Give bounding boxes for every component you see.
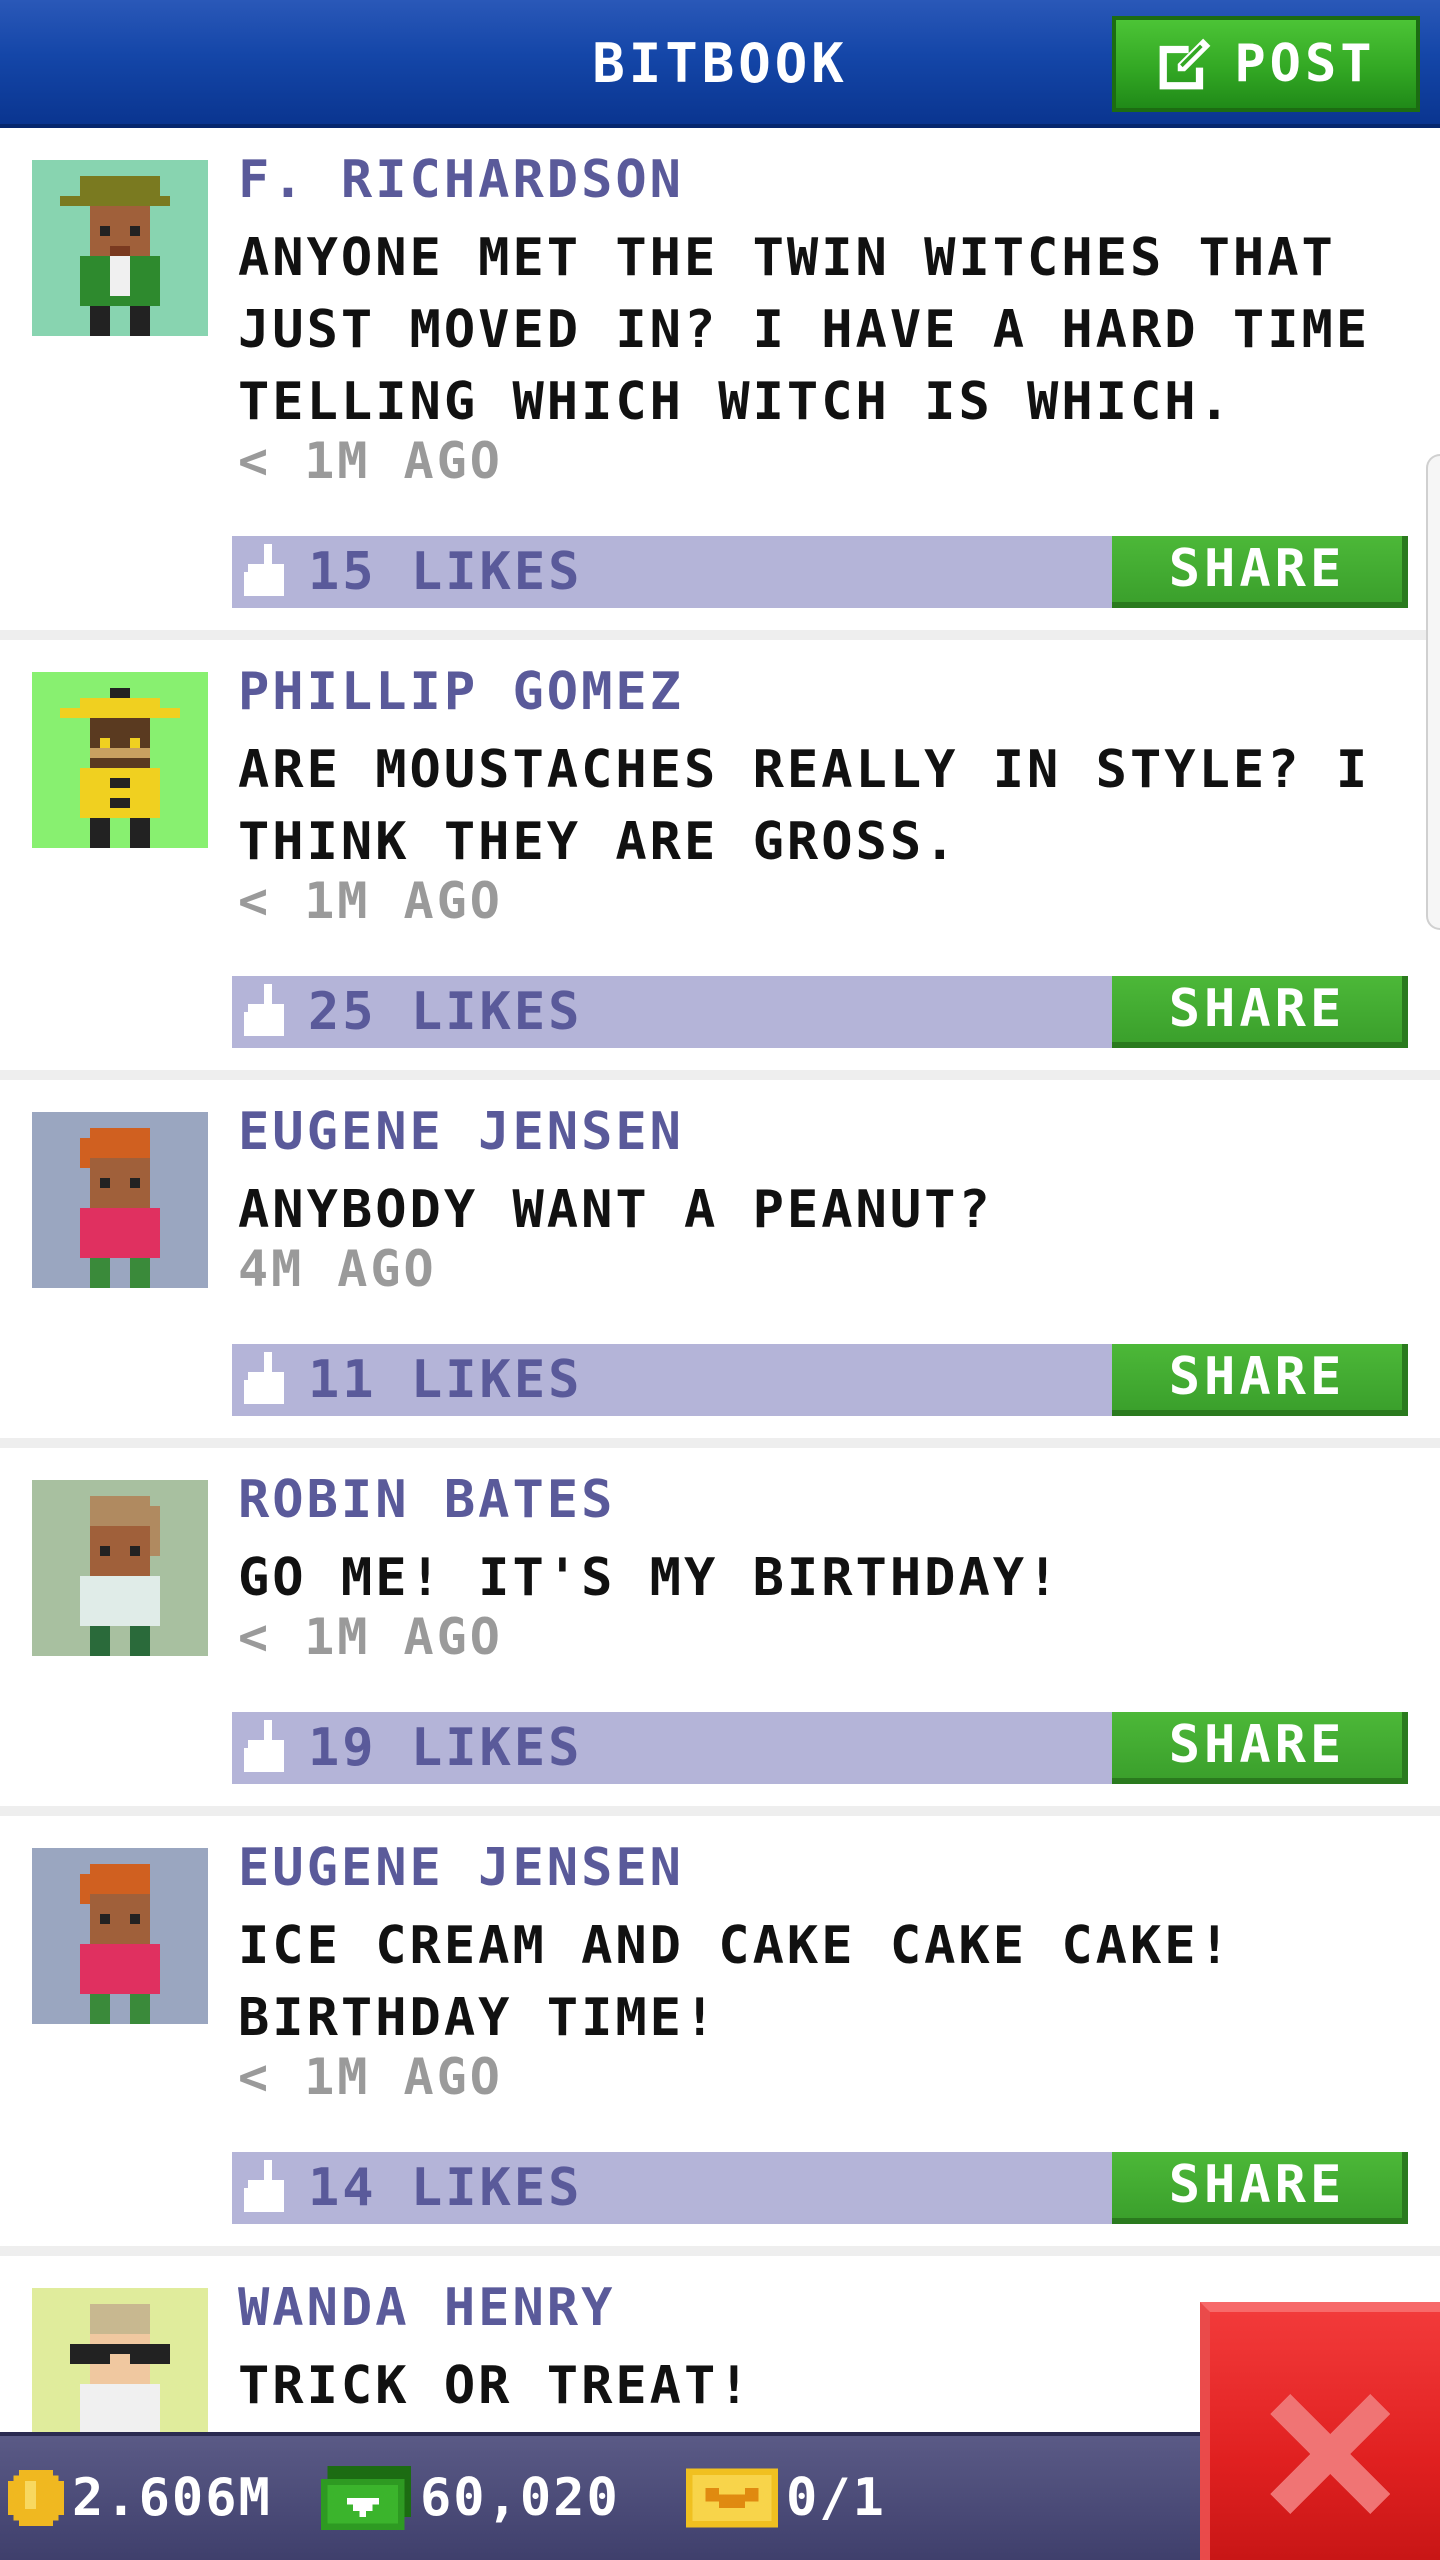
avatar bbox=[32, 2288, 208, 2432]
thumbs-up-icon bbox=[244, 2160, 284, 2212]
likes-bar: 11 LIKES SHARE bbox=[232, 1344, 1408, 1416]
post-timestamp: < 1M AGO bbox=[238, 432, 503, 490]
post-message: ICE CREAM AND CAKE CAKE CAKE! BIRTHDAY T… bbox=[238, 1916, 1233, 2048]
post-author[interactable]: ROBIN BATES bbox=[238, 1470, 615, 1530]
avatar bbox=[32, 1480, 208, 1656]
post-author[interactable]: PHILLIP GOMEZ bbox=[238, 662, 684, 722]
close-icon bbox=[1270, 2394, 1390, 2514]
likes-count[interactable]: 25 LIKES bbox=[308, 976, 582, 1048]
likes-count[interactable]: 14 LIKES bbox=[308, 2152, 582, 2224]
post-author[interactable]: EUGENE JENSEN bbox=[238, 1838, 684, 1898]
divider bbox=[0, 2246, 1440, 2256]
edit-icon bbox=[1160, 38, 1211, 90]
feed-post: ROBIN BATES GO ME! IT'S MY BIRTHDAY! < 1… bbox=[0, 1448, 1440, 1816]
share-button[interactable]: SHARE bbox=[1112, 976, 1408, 1048]
divider bbox=[0, 1070, 1440, 1080]
post-message: ARE MOUSTACHES REALLY IN STYLE? I THINK … bbox=[238, 740, 1371, 872]
likes-bar: 19 LIKES SHARE bbox=[232, 1712, 1408, 1784]
post-author[interactable]: WANDA HENRY bbox=[238, 2278, 615, 2338]
feed-post: EUGENE JENSEN ANYBODY WANT A PEANUT? 4M … bbox=[0, 1080, 1440, 1448]
likes-bar: 25 LIKES SHARE bbox=[232, 976, 1408, 1048]
post-message: GO ME! IT'S MY BIRTHDAY! bbox=[238, 1548, 1062, 1608]
likes-count[interactable]: 11 LIKES bbox=[308, 1344, 582, 1416]
post-button[interactable]: POST bbox=[1112, 16, 1420, 112]
bux-icon bbox=[321, 2466, 411, 2530]
likes-bar: 14 LIKES SHARE bbox=[232, 2152, 1408, 2224]
post-message: ANYONE MET THE TWIN WITCHES THAT JUST MO… bbox=[238, 228, 1371, 432]
share-button[interactable]: SHARE bbox=[1112, 1344, 1408, 1416]
thumbs-up-icon bbox=[244, 544, 284, 596]
news-feed[interactable]: F. RICHARDSON ANYONE MET THE TWIN WITCHE… bbox=[0, 128, 1440, 2432]
divider bbox=[0, 630, 1440, 640]
thumbs-up-icon bbox=[244, 984, 284, 1036]
post-timestamp: < 1M AGO bbox=[238, 1608, 503, 1666]
post-timestamp: < 1M AGO bbox=[238, 2048, 503, 2106]
avatar bbox=[32, 672, 208, 848]
post-author[interactable]: EUGENE JENSEN bbox=[238, 1102, 684, 1162]
share-button[interactable]: SHARE bbox=[1112, 2152, 1408, 2224]
bux-value: 60,020 bbox=[420, 2468, 620, 2528]
divider bbox=[0, 1438, 1440, 1448]
post-message: ANYBODY WANT A PEANUT? bbox=[238, 1180, 993, 1240]
thumbs-up-icon bbox=[244, 1352, 284, 1404]
coins-value: 2.606M bbox=[72, 2468, 272, 2528]
feed-post: F. RICHARDSON ANYONE MET THE TWIN WITCHE… bbox=[0, 128, 1440, 640]
share-button[interactable]: SHARE bbox=[1112, 1712, 1408, 1784]
avatar bbox=[32, 1848, 208, 2024]
coin-icon bbox=[8, 2470, 64, 2526]
ticket-icon bbox=[686, 2468, 778, 2528]
likes-count[interactable]: 15 LIKES bbox=[308, 536, 582, 608]
avatar bbox=[32, 160, 208, 336]
feed-post: EUGENE JENSEN ICE CREAM AND CAKE CAKE CA… bbox=[0, 1816, 1440, 2256]
avatar bbox=[32, 1112, 208, 1288]
close-button[interactable] bbox=[1200, 2302, 1440, 2560]
share-button[interactable]: SHARE bbox=[1112, 536, 1408, 608]
feed-post: PHILLIP GOMEZ ARE MOUSTACHES REALLY IN S… bbox=[0, 640, 1440, 1080]
scrollbar[interactable] bbox=[1426, 454, 1440, 930]
thumbs-up-icon bbox=[244, 1720, 284, 1772]
bux-stat: 60,020 bbox=[320, 2436, 620, 2560]
post-timestamp: < 1M AGO bbox=[238, 872, 503, 930]
tickets-stat: 0/1 bbox=[686, 2436, 886, 2560]
likes-bar: 15 LIKES SHARE bbox=[232, 536, 1408, 608]
post-author[interactable]: F. RICHARDSON bbox=[238, 150, 684, 210]
post-timestamp: 4M AGO bbox=[238, 1240, 437, 1298]
tickets-value: 0/1 bbox=[786, 2468, 886, 2528]
coins-stat: 2.606M bbox=[8, 2436, 272, 2560]
post-button-label: POST bbox=[1234, 34, 1376, 94]
top-bar: BITBOOK POST bbox=[0, 0, 1440, 128]
likes-count[interactable]: 19 LIKES bbox=[308, 1712, 582, 1784]
divider bbox=[0, 1806, 1440, 1816]
